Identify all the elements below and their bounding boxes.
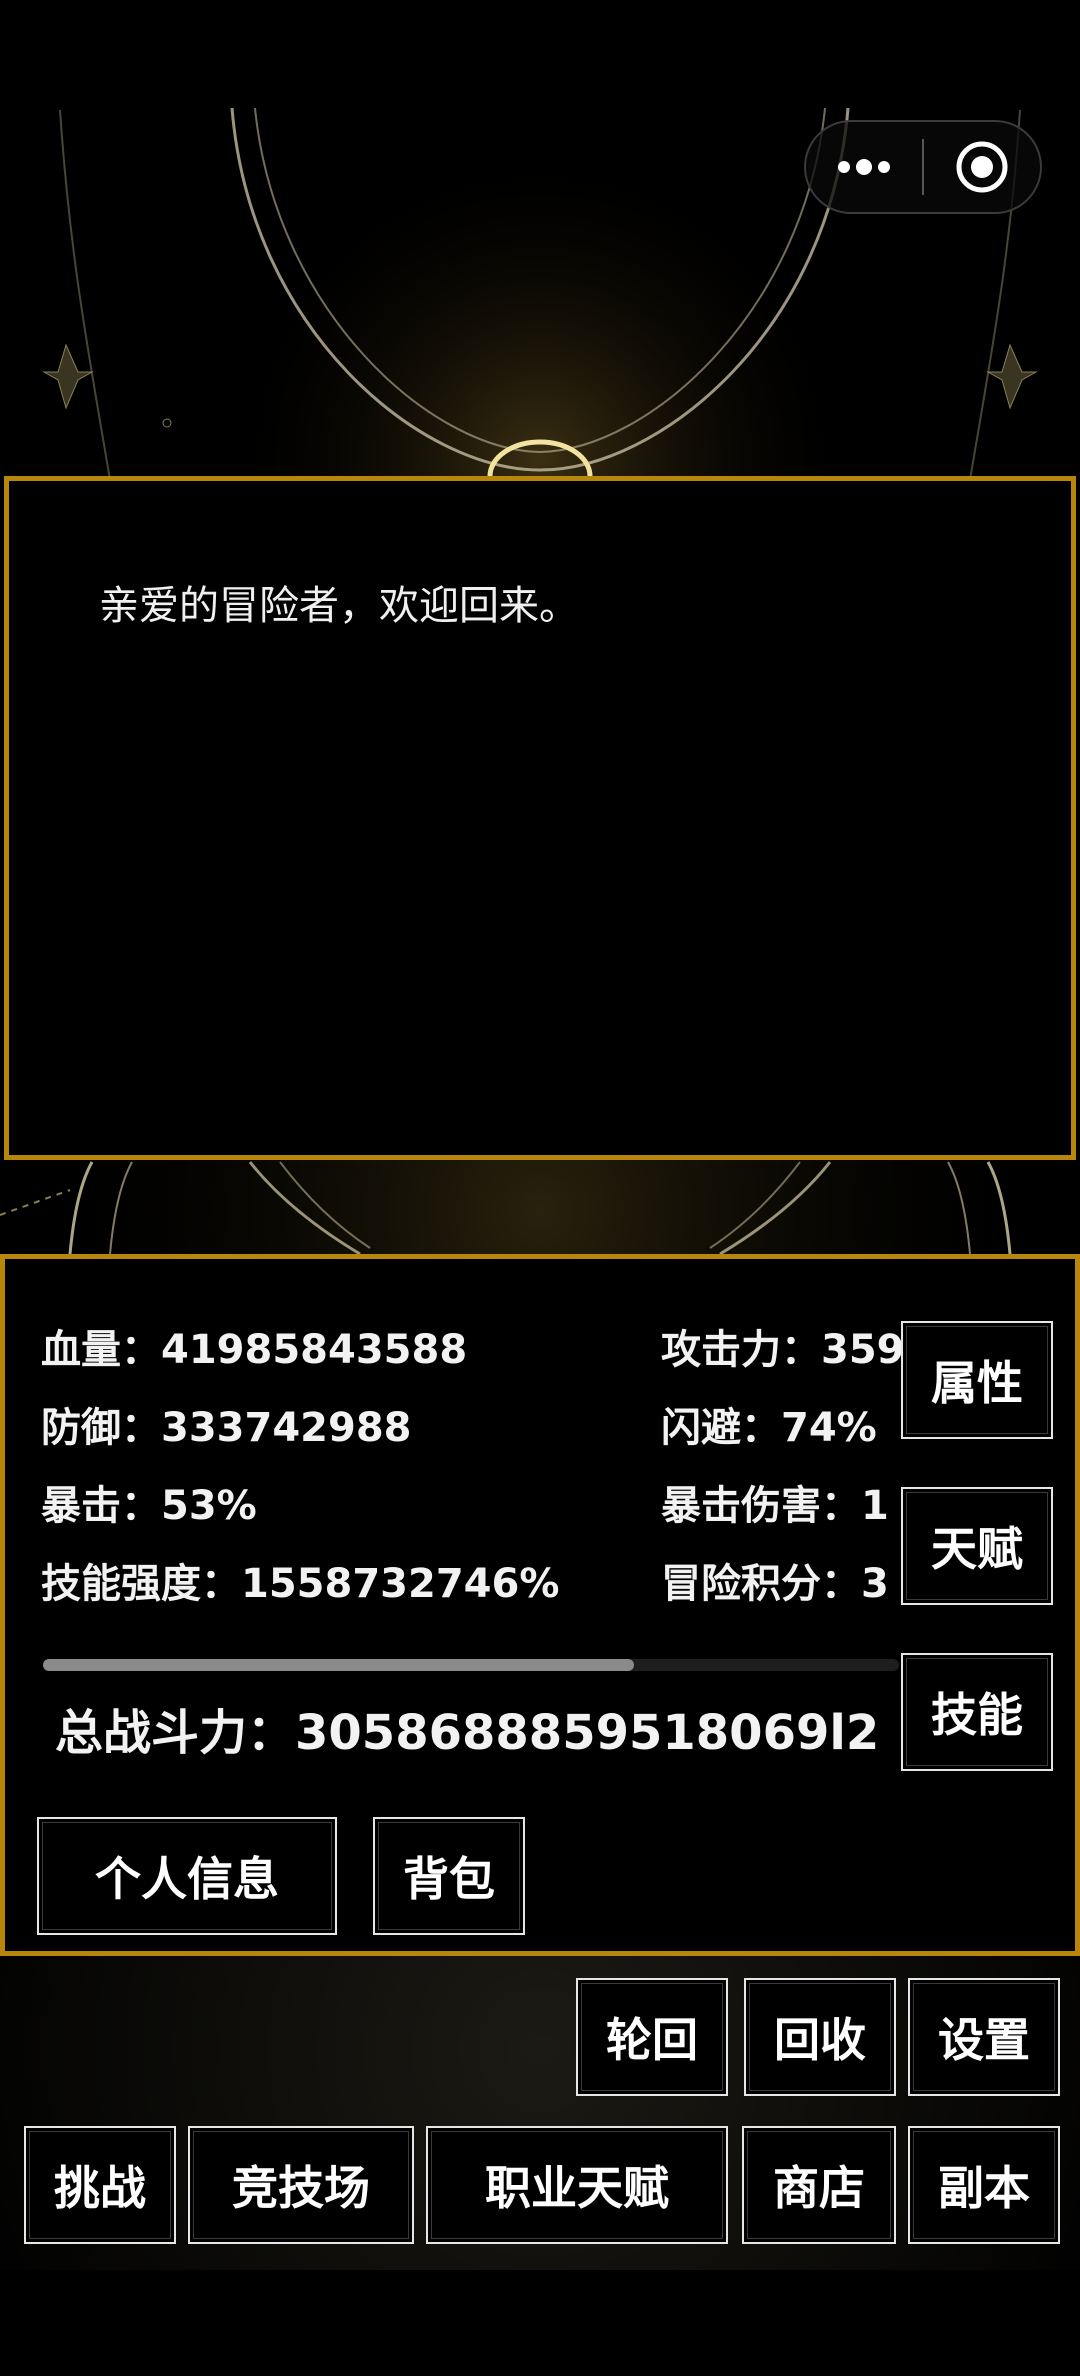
bag-button[interactable]: 背包	[373, 1817, 525, 1935]
dungeon-button[interactable]: 副本	[908, 2126, 1060, 2244]
reincarnation-button[interactable]: 轮回	[576, 1978, 728, 2096]
close-button[interactable]	[924, 122, 1040, 212]
mini-program-capsule	[804, 120, 1042, 214]
attack-stat: 攻击力：359	[661, 1327, 901, 1373]
recycle-button[interactable]: 回收	[744, 1978, 896, 2096]
shop-button[interactable]: 商店	[742, 2126, 896, 2244]
skill-power-stat: 技能强度：1558732746%	[41, 1561, 560, 1607]
more-dots-icon	[838, 159, 890, 175]
more-button[interactable]	[806, 122, 922, 212]
crit-stat: 暴击：53%	[41, 1483, 257, 1529]
hp-stat: 血量：41985843588	[41, 1327, 468, 1373]
right-stats-column: 攻击力：359 闪避：74% 暴击伤害：1 冒险积分：3	[661, 1259, 901, 1961]
arena-button[interactable]: 竞技场	[188, 2126, 414, 2244]
skills-button[interactable]: 技能	[901, 1653, 1053, 1771]
stats-panel: 血量：41985843588 防御：333742988 暴击：53% 技能强度：…	[0, 1254, 1080, 1956]
crit-damage-stat: 暴击伤害：1	[661, 1483, 889, 1529]
message-panel: 亲爱的冒险者，欢迎回来。	[4, 476, 1076, 1160]
challenge-button[interactable]: 挑战	[24, 2126, 176, 2244]
dodge-stat: 闪避：74%	[661, 1405, 877, 1451]
class-talent-button[interactable]: 职业天赋	[426, 2126, 728, 2244]
profile-button[interactable]: 个人信息	[37, 1817, 337, 1935]
defense-stat: 防御：333742988	[41, 1405, 412, 1451]
bottom-safe-area	[0, 2270, 1080, 2376]
settings-button[interactable]: 设置	[908, 1978, 1060, 2096]
total-power: 总战斗力：3058688859518069l2	[55, 1705, 880, 1761]
talent-button[interactable]: 天赋	[901, 1487, 1053, 1605]
adventure-points-stat: 冒险积分：3	[661, 1561, 889, 1607]
power-progress-bar	[43, 1659, 899, 1671]
target-circle-icon	[956, 141, 1008, 193]
power-progress-fill	[43, 1659, 634, 1671]
attributes-button[interactable]: 属性	[901, 1321, 1053, 1439]
welcome-message: 亲爱的冒险者，欢迎回来。	[99, 583, 579, 629]
